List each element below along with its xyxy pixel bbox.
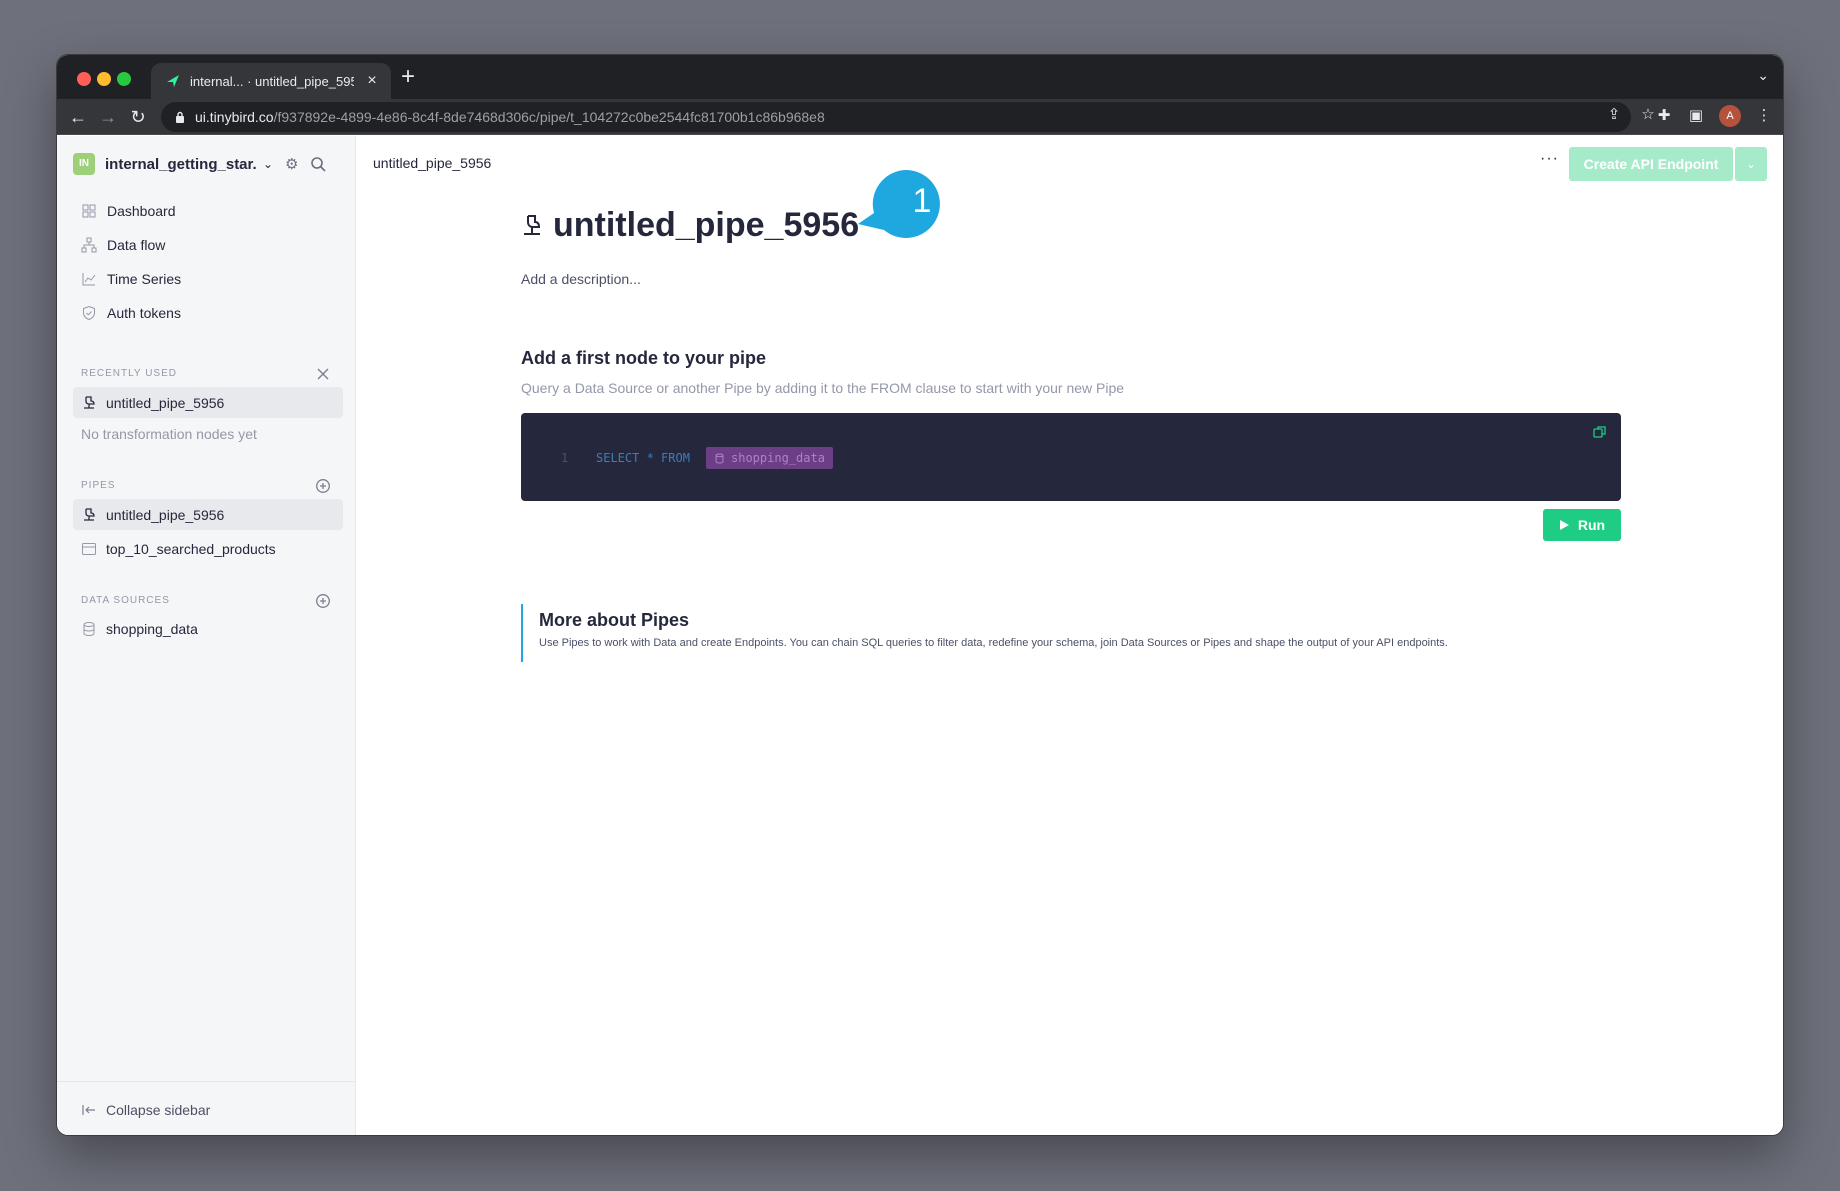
more-options-button[interactable]: ··· xyxy=(1540,150,1559,168)
breadcrumb: untitled_pipe_5956 xyxy=(373,155,492,171)
grid-icon xyxy=(82,204,96,218)
sidebar-item-auth-tokens[interactable]: Auth tokens xyxy=(73,296,343,330)
reload-button[interactable]: ↻ xyxy=(127,106,149,128)
chevron-down-icon[interactable]: ⌄ xyxy=(263,157,277,171)
sql-editor[interactable]: 1 SELECT * FROM shopping_data xyxy=(521,413,1621,501)
database-icon xyxy=(715,453,724,463)
workspace-selector[interactable]: IN internal_getting_star... ⌄ ⚙ xyxy=(73,152,343,176)
tinybird-app: IN internal_getting_star... ⌄ ⚙ Dashboar… xyxy=(57,136,1783,1135)
close-icon[interactable] xyxy=(315,366,331,382)
maximize-window-button[interactable] xyxy=(117,72,131,86)
sidebar-item-label: Auth tokens xyxy=(107,305,181,321)
collapse-sidebar-button[interactable]: Collapse sidebar xyxy=(57,1081,356,1135)
pipe-item-label: untitled_pipe_5956 xyxy=(106,506,225,523)
description-field[interactable]: Add a description... xyxy=(521,271,641,287)
pipe-icon xyxy=(84,395,95,409)
more-about-pipes-callout: More about Pipes Use Pipes to work with … xyxy=(521,604,1621,662)
recently-used-label: RECENTLY USED xyxy=(81,368,177,379)
flow-icon xyxy=(81,237,97,253)
node-heading: Add a first node to your pipe xyxy=(521,348,767,368)
url-text: ui.tinybird.co/f937892e-4899-4e86-8c4f-8… xyxy=(195,109,825,125)
main-content: untitled_pipe_5956 ··· Create API Endpoi… xyxy=(357,136,1783,1135)
browser-toolbar: ← → ↻ ui.tinybird.co/f937892e-4899-4e86-… xyxy=(57,99,1783,135)
add-data-source-icon[interactable] xyxy=(315,593,331,609)
close-window-button[interactable] xyxy=(77,72,91,86)
extensions-puzzle-icon[interactable]: ✚ xyxy=(1655,107,1673,125)
add-pipe-icon[interactable] xyxy=(315,478,331,494)
sidebar-item-time-series[interactable]: Time Series xyxy=(73,262,343,296)
share-icon[interactable]: ⇪ xyxy=(1605,106,1623,124)
collapse-sidebar-label: Collapse sidebar xyxy=(106,1101,211,1118)
tab-search-chevron-icon[interactable]: ⌄ xyxy=(1757,67,1769,84)
shield-icon xyxy=(83,305,95,321)
browser-window: internal... · untitled_pipe_5956 × + ⌄ ←… xyxy=(56,54,1784,1136)
sidebar-item-data-flow[interactable]: Data flow xyxy=(73,228,343,262)
more-about-title: More about Pipes xyxy=(539,610,690,630)
datasource-chip-label: shopping_data xyxy=(731,451,825,465)
no-nodes-text: No transformation nodes yet xyxy=(81,426,257,442)
collapse-arrow-icon xyxy=(82,1104,95,1115)
play-icon xyxy=(1559,520,1569,530)
data-sources-section-label: DATA SOURCES xyxy=(81,595,170,606)
address-bar[interactable]: ui.tinybird.co/f937892e-4899-4e86-8c4f-8… xyxy=(161,102,1631,132)
sidebar-nav: Dashboard Data flow Time Series Auth tok… xyxy=(73,194,343,330)
back-button[interactable]: ← xyxy=(67,106,89,128)
browser-menu-icon[interactable]: ⋮ xyxy=(1755,107,1773,125)
forward-button[interactable]: → xyxy=(97,106,119,128)
pipe-icon xyxy=(84,507,95,521)
search-icon[interactable] xyxy=(309,155,327,173)
sidebar-item-label: Time Series xyxy=(107,271,182,287)
pipe-title-row: untitled_pipe_5956 xyxy=(521,206,859,245)
node-subtext: Query a Data Source or another Pipe by a… xyxy=(521,380,1125,396)
sidebar: IN internal_getting_star... ⌄ ⚙ Dashboar… xyxy=(57,136,356,1135)
tab-close-icon[interactable]: × xyxy=(363,72,381,90)
chart-icon xyxy=(82,273,96,286)
sidebar-item-dashboard[interactable]: Dashboard xyxy=(73,194,343,228)
data-source-item-shopping-data[interactable]: shopping_data xyxy=(73,613,343,644)
gear-icon[interactable]: ⚙ xyxy=(285,155,303,173)
profile-avatar[interactable]: A xyxy=(1719,105,1741,127)
tinybird-favicon-icon xyxy=(167,75,179,87)
workspace-name[interactable]: internal_getting_star... xyxy=(105,156,257,173)
pipes-section-label: PIPES xyxy=(81,480,116,491)
tab-strip: internal... · untitled_pipe_5956 × + ⌄ xyxy=(57,55,1783,99)
minimize-window-button[interactable] xyxy=(97,72,111,86)
tab-title: internal... · untitled_pipe_5956 xyxy=(190,73,354,89)
url-path: /f937892e-4899-4e86-8c4f-8de7468d306c/pi… xyxy=(273,109,825,125)
pipe-item-top-10[interactable]: top_10_searched_products xyxy=(73,533,343,564)
create-api-endpoint-button[interactable]: Create API Endpoint xyxy=(1569,147,1733,181)
endpoint-icon xyxy=(82,542,96,555)
step-callout-number: 1 xyxy=(912,182,932,220)
browser-tab[interactable]: internal... · untitled_pipe_5956 × xyxy=(151,63,391,99)
datasource-chip[interactable]: shopping_data xyxy=(706,447,833,469)
sql-text: SELECT * FROM xyxy=(596,451,690,465)
more-about-text: Use Pipes to work with Data and create E… xyxy=(539,637,1448,649)
pipe-icon xyxy=(524,214,541,235)
new-tab-button[interactable]: + xyxy=(401,65,415,89)
recent-item-pipe[interactable]: untitled_pipe_5956 xyxy=(73,387,343,418)
pipe-item-untitled[interactable]: untitled_pipe_5956 xyxy=(73,499,343,530)
recent-item-label: untitled_pipe_5956 xyxy=(106,394,225,411)
sidebar-item-label: Dashboard xyxy=(107,203,176,219)
chevron-down-icon[interactable]: ⌄ xyxy=(1735,147,1767,181)
run-button[interactable]: Run xyxy=(1543,509,1621,541)
run-label: Run xyxy=(1577,517,1606,533)
pipe-item-label: top_10_searched_products xyxy=(106,540,276,557)
sidebar-item-label: Data flow xyxy=(107,237,166,253)
url-domain: ui.tinybird.co xyxy=(195,109,274,125)
pipe-title[interactable]: untitled_pipe_5956 xyxy=(553,206,859,245)
side-panel-icon[interactable]: ▣ xyxy=(1687,107,1705,125)
copy-icon[interactable] xyxy=(1593,425,1607,439)
workspace-badge: IN xyxy=(73,153,95,175)
lock-icon xyxy=(176,111,184,123)
line-number: 1 xyxy=(561,451,569,465)
data-source-label: shopping_data xyxy=(106,620,198,637)
database-icon xyxy=(83,621,95,636)
